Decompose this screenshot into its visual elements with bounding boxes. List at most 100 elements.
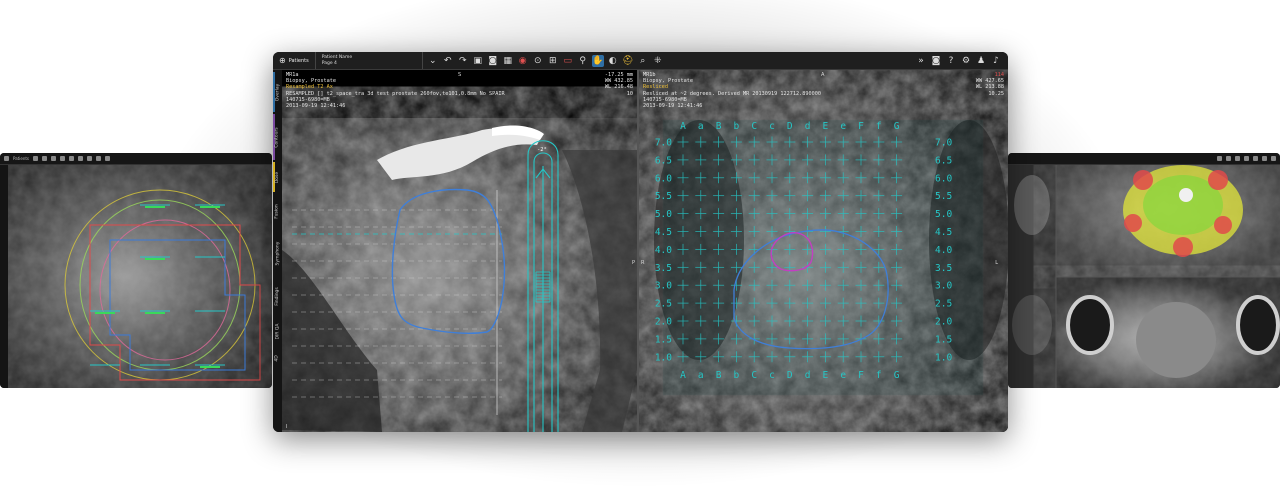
grid-column-label-bottom: F (858, 370, 864, 381)
grid-column-label-top: A (680, 121, 686, 132)
tab-fusion-label: Fusion (275, 203, 280, 219)
tab-symphony[interactable]: Symphony (273, 230, 282, 276)
grid-row-label-left: 4.5 (655, 227, 672, 238)
notification-bell-icon[interactable]: ♪ (990, 55, 1002, 67)
needle-angle-label: -2° (537, 147, 547, 153)
dose-tool-icon[interactable]: ⛑ (622, 55, 634, 67)
tab-symphony-label: Symphony (275, 241, 281, 265)
grid-row-label-left: 5.0 (655, 209, 672, 220)
right-preview-image (1008, 165, 1280, 388)
grid-column-label-bottom: G (894, 370, 900, 381)
grid-column-label-bottom: C (751, 370, 757, 381)
undo-icon[interactable]: ↶ (442, 55, 454, 67)
axial-window-overlay: 114 WW 427.65 WL 213.88 10.25 (976, 72, 1004, 97)
grid-row-label-right: 4.0 (935, 245, 952, 256)
axial-info-overlay: MR1b Biopsy, Prostate Resliced Resliced … (643, 72, 821, 109)
main-application-window: ⊕ Patients Patient Name Page 4 ⌄ ↶ ↷ ▣ ◙… (273, 52, 1008, 432)
grid-row-label-left: 7.0 (655, 138, 672, 149)
tab-dir-qa-label: DIR QA (275, 323, 281, 339)
expand-icon[interactable]: » (915, 55, 927, 67)
axial-orient-top: A (821, 72, 825, 78)
viewport-sagittal[interactable]: MR1a Biopsy, Prostate Resampled T2 Ax RE… (282, 70, 637, 432)
grid-column-label-top: D (787, 121, 793, 132)
user-icon[interactable]: ♟ (975, 55, 987, 67)
grid-row-label-right: 2.0 (935, 317, 952, 328)
patients-label: Patients (288, 57, 309, 64)
sagittal-image (282, 118, 637, 432)
save-icon[interactable]: ▣ (472, 55, 484, 67)
camera-icon[interactable]: ◙ (487, 55, 499, 67)
grid-row-label-right: 4.5 (935, 227, 952, 238)
tab-dir-qa[interactable]: DIR QA (273, 316, 282, 346)
sagittal-window-overlay: -17.25 mm WW 432.85 WL 216.48 10 (605, 72, 633, 97)
axial-slice-value: 10.25 (988, 90, 1004, 97)
zoom-tool-icon[interactable]: ⊙ (532, 55, 544, 67)
grid-column-label-bottom: f (876, 370, 882, 381)
left-preview-image (0, 165, 272, 388)
axial-wl-value: WL 213.88 (975, 84, 1004, 91)
axial-datetime-label: 2013-09-19 12:41:46 (643, 103, 703, 110)
sagittal-wl-value: WL 216.48 (604, 84, 633, 91)
crosshair-icon[interactable]: ⁜ (652, 55, 664, 67)
grid-row-label-left: 4.0 (655, 245, 672, 256)
viewport-axial[interactable]: A Aa a B Bb b C Cc c D Dd d E Ee e F Ff f G G 7.0 7.0 6.5 6.5 6.… (639, 70, 1008, 432)
grid-row-label-right: 1.5 (935, 334, 952, 345)
grid-column-label-top: a (698, 121, 704, 132)
layout-icon[interactable]: ▦ (502, 55, 514, 67)
measure-icon[interactable]: ⊞ (547, 55, 559, 67)
zoom-magnifier-icon[interactable]: ⌕ (637, 55, 649, 67)
search-icon[interactable]: ⚲ (577, 55, 589, 67)
sagittal-orient-bottom: I (286, 424, 288, 430)
grid-row-label-left: 3.5 (655, 263, 672, 274)
sagittal-info-overlay: MR1a Biopsy, Prostate Resampled T2 Ax RE… (286, 72, 505, 109)
grid-column-label-top: f (876, 121, 882, 132)
tab-dose-label: Dose (275, 171, 280, 183)
tab-dose[interactable]: Dose (273, 162, 282, 192)
sagittal-description-label: RESAMPLED [] t2_space_tra 3d test prosta… (286, 90, 505, 97)
grid-row-label-left: 5.5 (655, 191, 672, 202)
grid-column-label-top: C (751, 121, 757, 132)
right-preview-toolbar (1008, 153, 1280, 165)
tab-findings[interactable]: Findings (273, 278, 282, 314)
grid-column-label-top: F (858, 121, 864, 132)
ruler-icon[interactable]: ▭ (562, 55, 574, 67)
main-toolbar: ⊕ Patients Patient Name Page 4 ⌄ ↶ ↷ ▣ ◙… (273, 52, 1008, 70)
help-icon[interactable]: ? (945, 55, 957, 67)
patients-button[interactable]: ⊕ Patients (279, 52, 316, 69)
screenshot-icon[interactable]: ◙ (930, 55, 942, 67)
dropdown-chevron-icon[interactable]: ⌄ (427, 55, 439, 67)
pan-hand-icon[interactable]: ✋ (591, 54, 604, 67)
redo-icon[interactable]: ↷ (457, 55, 469, 67)
grid-column-label-bottom: e (840, 370, 846, 381)
grid-row-label-right: 7.0 (935, 138, 952, 149)
tab-overlay[interactable]: Overlay (273, 72, 282, 112)
tab-contours[interactable]: Contours (273, 114, 282, 160)
grid-column-label-top: c (769, 121, 775, 132)
grid-row-label-right: 2.5 (935, 299, 952, 310)
axial-image: AAaaBBbbCCccDDddEEeeFFffGG7.0 7.06.5 6.56.… (639, 70, 1008, 432)
grid-column-label-top: E (823, 121, 829, 132)
grid-column-label-bottom: b (734, 370, 740, 381)
axial-description-label: Resliced at ~2 degrees. Derived MR 20130… (643, 90, 822, 97)
grid-column-label-top: d (805, 121, 811, 132)
grid-row-label-right: 5.5 (935, 191, 952, 202)
grid-column-label-top: b (734, 121, 740, 132)
tab-4d[interactable]: 4D (273, 348, 282, 368)
grid-column-label-top: B (716, 121, 722, 132)
left-preview-toolbar: Patients (0, 153, 272, 165)
patients-icon: ⊕ (279, 56, 286, 65)
grid-column-label-bottom: a (698, 370, 704, 381)
contrast-icon[interactable]: ◐ (607, 55, 619, 67)
grid-row-label-left: 6.0 (655, 173, 672, 184)
grid-column-label-bottom: A (680, 370, 686, 381)
grid-row-label-left: 1.5 (655, 334, 672, 345)
tab-fusion[interactable]: Fusion (273, 194, 282, 228)
sagittal-orient-top: S (458, 72, 462, 78)
left-preview-window: Patients (0, 153, 272, 388)
sagittal-datetime-label: 2013-09-19 12:41:46 (286, 103, 346, 110)
axial-orient-left: R (641, 260, 645, 266)
contour-tool-icon[interactable]: ◉ (517, 55, 529, 67)
tab-overlay-label: Overlay (275, 83, 280, 101)
patient-selector[interactable]: Patient Name Page 4 (316, 52, 423, 69)
settings-gear-icon[interactable]: ⚙ (960, 55, 972, 67)
